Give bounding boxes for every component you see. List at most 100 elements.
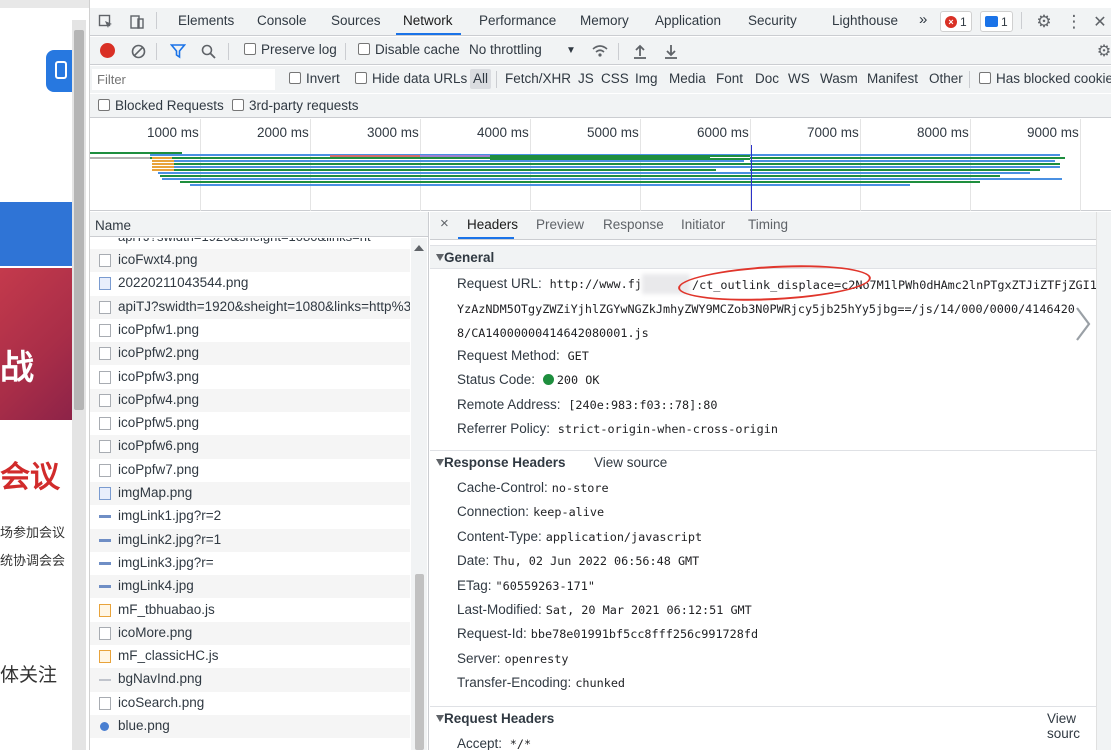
- response-header-row: Content-Type: application/javascript: [457, 529, 702, 544]
- request-row[interactable]: blue.png: [90, 715, 410, 739]
- filter-type-media[interactable]: Media: [669, 71, 706, 86]
- error-count-badge[interactable]: × 1: [940, 11, 972, 32]
- request-headers-section-header[interactable]: Request Headers View sourc: [430, 706, 1111, 741]
- clear-icon[interactable]: [128, 41, 148, 61]
- request-row[interactable]: icoPpfw6.png: [90, 435, 410, 459]
- export-har-icon[interactable]: [661, 41, 681, 61]
- invert-checkbox[interactable]: Invert: [289, 71, 340, 86]
- request-row[interactable]: bgNavInd.png: [90, 668, 410, 692]
- tab-network[interactable]: Network: [403, 13, 453, 28]
- request-row[interactable]: 20220211043544.png: [90, 272, 410, 295]
- request-method-row: Request Method: GET: [457, 348, 589, 363]
- filter-type-other[interactable]: Other: [929, 71, 963, 86]
- detail-tabs: × Headers Preview Response Initiator Tim…: [430, 212, 1111, 240]
- preserve-log-checkbox[interactable]: Preserve log: [244, 42, 337, 57]
- network-toolbar: Preserve log Disable cache No throttling…: [90, 37, 1111, 65]
- header-value: "60559263-171": [495, 578, 595, 593]
- resource-type-icon: [99, 300, 111, 314]
- chevron-right-icon[interactable]: [1075, 306, 1091, 342]
- request-row[interactable]: icoPpfw1.png: [90, 319, 410, 342]
- request-row[interactable]: icoPpfw7.png: [90, 459, 410, 482]
- throttling-select[interactable]: No throttling: [469, 42, 542, 57]
- response-headers-view-source[interactable]: View source: [594, 455, 667, 470]
- network-settings-gear-icon[interactable]: ⚙: [1094, 41, 1111, 61]
- header-key: Request-Id:: [457, 626, 527, 642]
- name-column-label: Name: [95, 218, 132, 233]
- request-row[interactable]: imgLink3.jpg?r=: [90, 552, 410, 575]
- request-row[interactable]: icoPpfw3.png: [90, 366, 410, 389]
- tab-performance[interactable]: Performance: [479, 13, 556, 28]
- tab-preview[interactable]: Preview: [536, 217, 584, 232]
- page-scrollbar[interactable]: [72, 20, 86, 750]
- network-overview-timeline[interactable]: 1000 ms 2000 ms 3000 ms 4000 ms 5000 ms …: [90, 119, 1111, 211]
- response-header-row: Date: Thu, 02 Jun 2022 06:56:48 GMT: [457, 553, 699, 568]
- tab-initiator[interactable]: Initiator: [681, 217, 725, 232]
- request-row[interactable]: icoFwxt4.png: [90, 249, 410, 273]
- hide-data-urls-checkbox[interactable]: Hide data URLs: [355, 71, 467, 86]
- has-blocked-cookies-checkbox[interactable]: Has blocked cookies: [979, 71, 1111, 86]
- tab-console[interactable]: Console: [257, 13, 307, 28]
- request-row[interactable]: imgMap.png: [90, 482, 410, 506]
- request-row[interactable]: mF_classicHC.js: [90, 645, 410, 668]
- third-party-requests-checkbox[interactable]: 3rd-party requests: [232, 98, 359, 113]
- request-row[interactable]: icoPpfw2.png: [90, 342, 410, 366]
- header-key: Date:: [457, 553, 490, 569]
- tab-response[interactable]: Response: [603, 217, 664, 232]
- message-count-badge[interactable]: 1: [980, 11, 1013, 32]
- tab-elements[interactable]: Elements: [178, 13, 234, 28]
- status-ok-dot-icon: [542, 374, 554, 385]
- device-toolbar-icon[interactable]: [127, 12, 147, 32]
- import-har-icon[interactable]: [630, 41, 650, 61]
- filter-type-img[interactable]: Img: [635, 71, 658, 86]
- request-row[interactable]: imgLink4.jpg: [90, 575, 410, 599]
- filter-funnel-icon[interactable]: [168, 41, 188, 61]
- tab-application[interactable]: Application: [655, 13, 721, 28]
- close-devtools-icon[interactable]: ✕: [1090, 12, 1110, 32]
- inspect-element-icon[interactable]: [96, 12, 116, 32]
- request-name: apiTJ?swidth=1920&sheight=1080&links=htt…: [118, 298, 410, 314]
- filter-type-js[interactable]: JS: [578, 71, 594, 86]
- header-key: Connection:: [457, 504, 530, 520]
- request-row[interactable]: icoMore.png: [90, 621, 410, 646]
- invert-label: Invert: [306, 71, 340, 86]
- filter-type-wasm[interactable]: Wasm: [820, 71, 858, 86]
- filter-type-font[interactable]: Font: [716, 71, 743, 86]
- request-row[interactable]: icoPpfw4.png: [90, 388, 410, 413]
- blocked-requests-checkbox[interactable]: Blocked Requests: [98, 98, 224, 113]
- settings-gear-icon[interactable]: ⚙: [1034, 12, 1054, 32]
- filter-type-manifest[interactable]: Manifest: [867, 71, 918, 86]
- tab-lighthouse[interactable]: Lighthouse: [832, 13, 898, 28]
- response-headers-section-header[interactable]: Response Headers View source: [430, 450, 1111, 474]
- resource-type-icon: [99, 277, 111, 291]
- tab-security[interactable]: Security: [748, 13, 797, 28]
- filter-type-all[interactable]: All: [470, 69, 492, 89]
- record-button[interactable]: [100, 43, 115, 58]
- throttling-dropdown-icon[interactable]: ▼: [566, 45, 576, 56]
- disable-cache-checkbox[interactable]: Disable cache: [358, 42, 460, 57]
- request-row[interactable]: imgLink2.jpg?r=1: [90, 528, 410, 552]
- network-conditions-icon[interactable]: [590, 41, 610, 61]
- request-name: bgNavInd.png: [118, 671, 203, 687]
- tab-memory[interactable]: Memory: [580, 13, 629, 28]
- request-row[interactable]: mF_tbhuabao.js: [90, 599, 410, 622]
- request-row[interactable]: imgLink1.jpg?r=2: [90, 505, 410, 528]
- detail-scrollbar[interactable]: [1096, 212, 1111, 750]
- request-list-scrollbar[interactable]: [411, 238, 427, 750]
- search-icon[interactable]: [198, 41, 218, 61]
- header-value: Sat, 20 Mar 2021 06:12:51 GMT: [545, 603, 752, 617]
- name-column-header[interactable]: Name: [90, 212, 428, 237]
- more-options-icon[interactable]: ⋮: [1064, 12, 1084, 32]
- request-row[interactable]: icoPpfw5.png: [90, 412, 410, 435]
- tab-headers[interactable]: Headers: [467, 217, 518, 232]
- filter-input[interactable]: [92, 69, 275, 90]
- filter-type-ws[interactable]: WS: [788, 71, 810, 86]
- filter-type-css[interactable]: CSS: [601, 71, 629, 86]
- tab-sources[interactable]: Sources: [331, 13, 381, 28]
- close-detail-button[interactable]: ×: [440, 215, 449, 232]
- filter-type-fetch-xhr[interactable]: Fetch/XHR: [505, 71, 571, 86]
- request-row[interactable]: icoSearch.png: [90, 692, 410, 715]
- filter-type-doc[interactable]: Doc: [755, 71, 779, 86]
- more-tabs-button[interactable]: »: [919, 11, 927, 28]
- tab-timing[interactable]: Timing: [748, 217, 788, 232]
- request-row[interactable]: apiTJ?swidth=1920&sheight=1080&links=htt…: [90, 295, 410, 319]
